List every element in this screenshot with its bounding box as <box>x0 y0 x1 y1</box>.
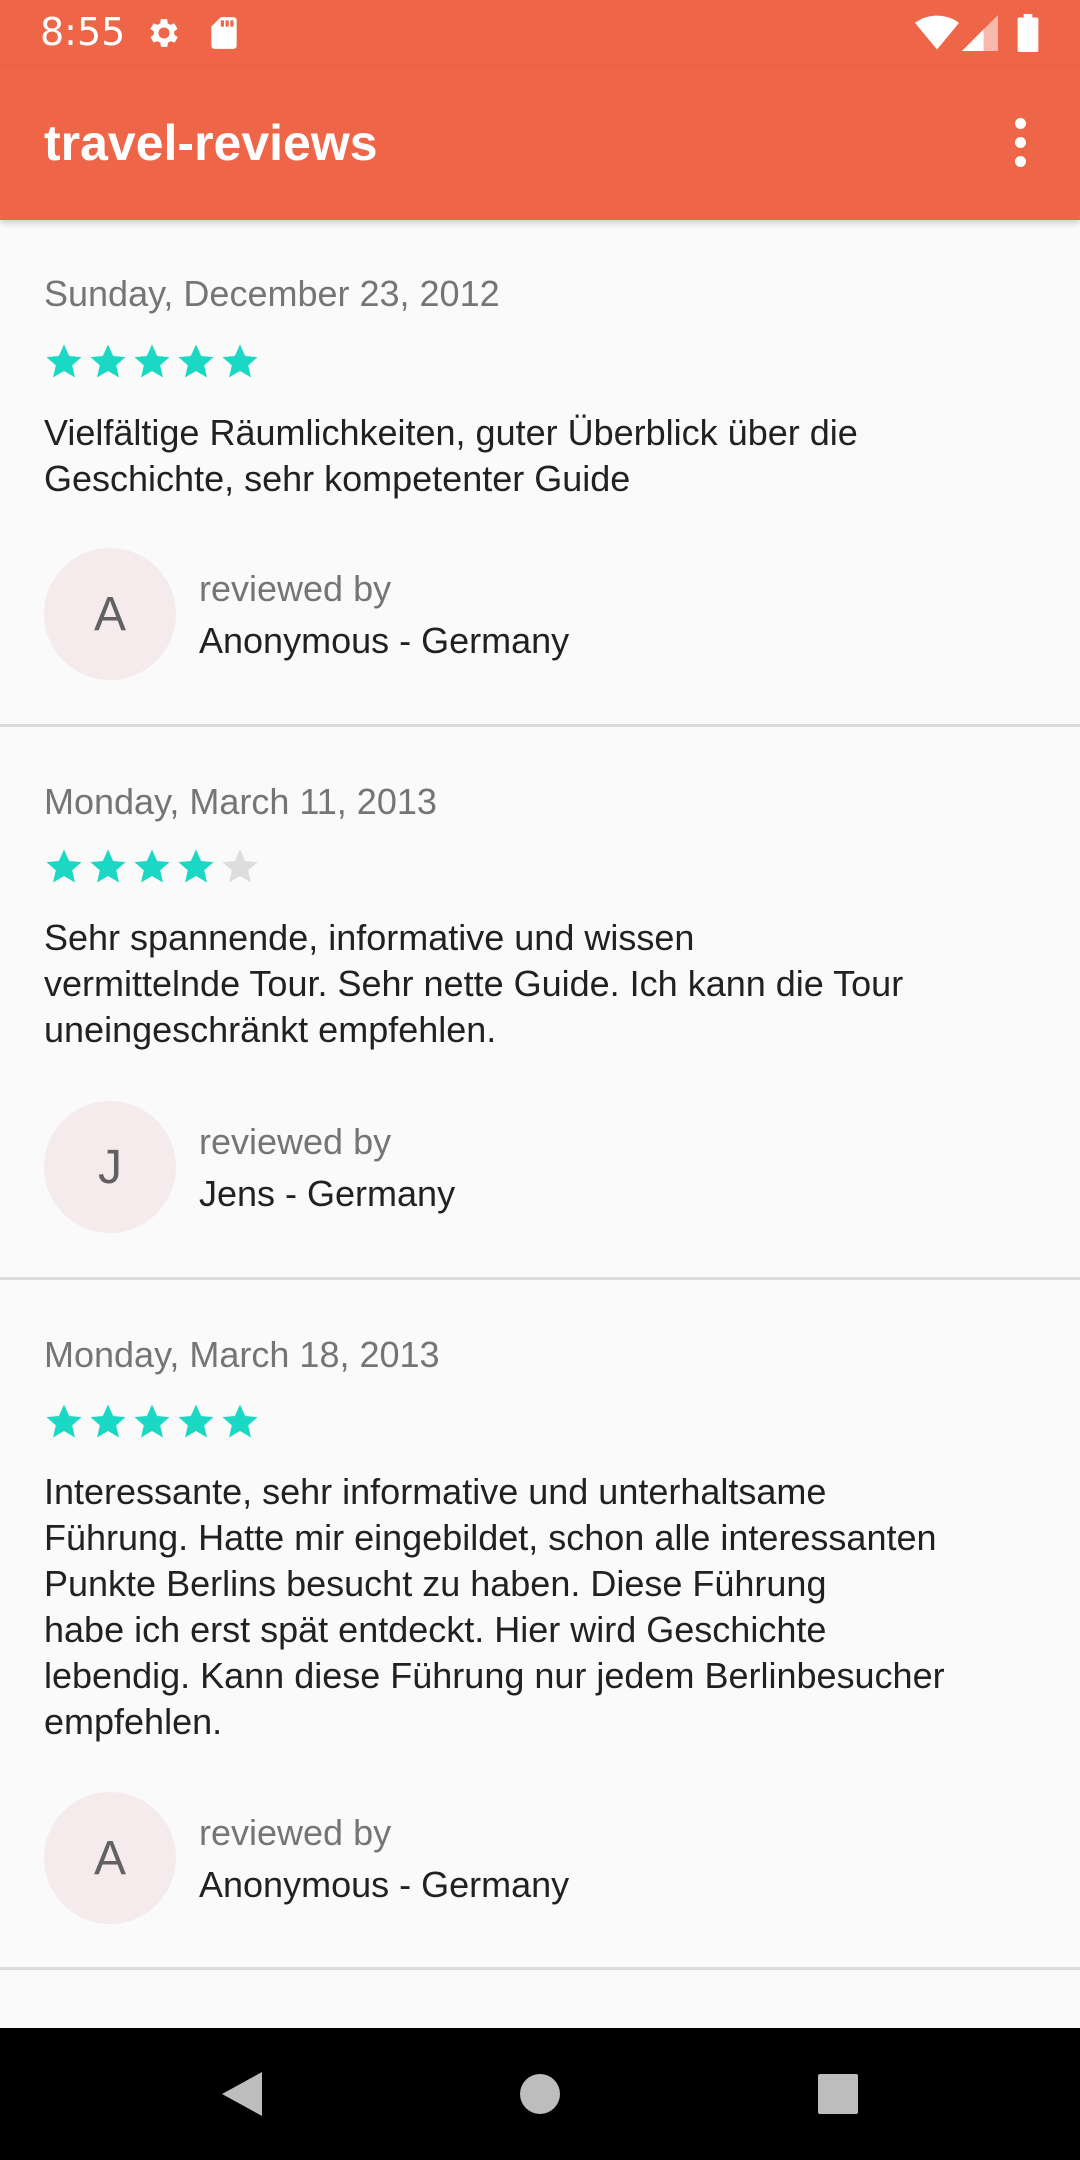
navigation-bar <box>0 2028 1080 2160</box>
avatar: J <box>44 1101 176 1233</box>
star-filled-icon <box>90 344 126 378</box>
star-filled-icon <box>222 344 258 378</box>
star-filled-icon <box>178 849 214 883</box>
star-filled-icon <box>134 344 170 378</box>
star-rating <box>44 342 260 382</box>
review-card[interactable]: Sunday, December 23, 2012 Vielfältige Rä… <box>0 220 1080 727</box>
reviewed-by-label: reviewed by <box>199 1121 392 1162</box>
star-filled-icon <box>46 849 82 883</box>
review-date: Monday, March 11, 2013 <box>44 781 437 822</box>
cell-signal-icon <box>962 15 998 51</box>
star-filled-icon <box>134 849 170 883</box>
wifi-icon <box>915 15 959 50</box>
screen: 8:55 travel-reviews Sunday, December 23,… <box>0 0 1080 2160</box>
review-date: Monday, March 18, 2013 <box>44 1334 440 1375</box>
more-vert-icon[interactable] <box>990 106 1050 180</box>
battery-icon <box>1017 14 1039 52</box>
review-list[interactable]: Sunday, December 23, 2012 Vielfältige Rä… <box>0 220 1080 2028</box>
reviewer-name: Jens - Germany <box>199 1173 456 1214</box>
gear-icon <box>150 19 178 47</box>
star-filled-icon <box>46 1404 82 1438</box>
review-text: Vielfältige Räumlichkeiten, guter Überbl… <box>44 412 858 499</box>
status-time: 8:55 <box>40 10 126 54</box>
review-text: Interessante, sehr informative und unter… <box>44 1471 945 1742</box>
star-filled-icon <box>178 1404 214 1438</box>
app-title: travel-reviews <box>44 115 378 171</box>
sd-card-icon <box>211 17 237 49</box>
star-filled-icon <box>134 1404 170 1438</box>
review-card[interactable]: Monday, March 11, 2013 Sehr spannende, i… <box>0 727 1080 1280</box>
home-icon[interactable] <box>460 2028 620 2160</box>
reviewed-by-label: reviewed by <box>199 568 392 609</box>
avatar: A <box>44 548 176 680</box>
star-rating <box>44 847 260 887</box>
reviewer-name: Anonymous - Germany <box>199 1864 570 1905</box>
review-date: Sunday, December 23, 2012 <box>44 273 500 314</box>
star-filled-icon <box>222 1404 258 1438</box>
review-card[interactable]: Monday, March 18, 2013 Interessante, seh… <box>0 1280 1080 1970</box>
reviewer-name: Anonymous - Germany <box>199 620 570 661</box>
recents-icon[interactable] <box>738 2028 898 2160</box>
review-text: Sehr spannende, informative und wissen v… <box>44 917 904 1050</box>
star-filled-icon <box>46 344 82 378</box>
star-filled-icon <box>178 344 214 378</box>
status-bar: 8:55 <box>0 0 1080 66</box>
back-icon[interactable] <box>160 2028 320 2160</box>
star-rating <box>44 1402 260 1442</box>
star-filled-icon <box>90 1404 126 1438</box>
app-bar: travel-reviews <box>0 66 1080 220</box>
reviewed-by-label: reviewed by <box>199 1812 392 1853</box>
avatar: A <box>44 1792 176 1924</box>
star-filled-icon <box>90 849 126 883</box>
star-empty-icon <box>222 849 258 883</box>
